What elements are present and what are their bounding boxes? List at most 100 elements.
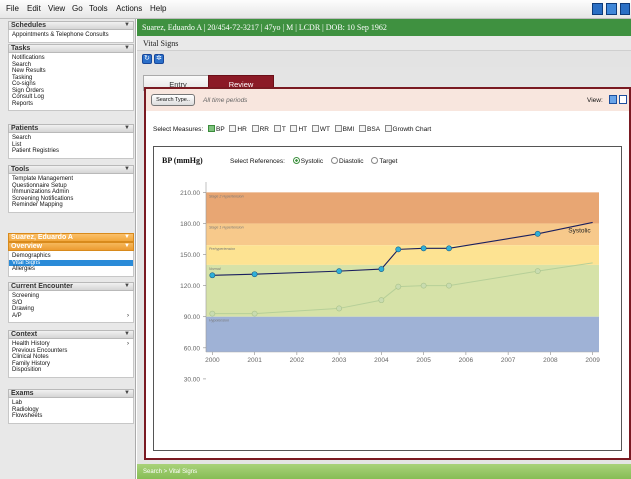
y-tick-label: 90.00: [184, 314, 201, 321]
measure-label: WT: [319, 126, 330, 133]
band-label: Stage 2 Hypertension: [209, 194, 244, 198]
measure-label: BMI: [342, 126, 355, 133]
band-4: [206, 316, 599, 352]
section-context: Context ▼ Health History › Previous Encoun…: [8, 330, 134, 378]
sidebar-item[interactable]: Disposition: [9, 367, 133, 374]
refresh-icon[interactable]: ↻: [142, 54, 152, 64]
data-point: [420, 245, 427, 252]
collapse-icon[interactable]: ▼: [124, 331, 130, 338]
sidebar-item[interactable]: Allergies: [9, 266, 133, 273]
checkbox-ht[interactable]: [290, 125, 298, 132]
menu-file[interactable]: File: [6, 4, 19, 13]
reference-label: Target: [379, 158, 398, 165]
x-tick-label: 2007: [501, 357, 516, 364]
section-header[interactable]: Context ▼: [8, 330, 134, 339]
sidebar-item[interactable]: Reports: [9, 101, 133, 108]
section-title: Overview: [11, 243, 43, 250]
patient-name: Suarez, Eduardo A: [11, 234, 73, 241]
section-header[interactable]: Overview ▼: [8, 242, 134, 251]
data-point: [420, 282, 427, 289]
section-header[interactable]: Current Encounter ▼: [8, 282, 134, 291]
sidebar-item[interactable]: A/P ›: [9, 313, 133, 320]
sidebar-item[interactable]: Flowsheets: [9, 413, 133, 420]
section-patients: Patients ▼ Search List Patient Registries: [8, 124, 134, 159]
sidebar-item[interactable]: Appointments & Telephone Consults: [9, 32, 133, 39]
data-point: [395, 283, 402, 290]
menu-tools[interactable]: Tools: [89, 4, 108, 13]
y-tick-label: 30.00: [184, 376, 201, 383]
data-point: [378, 297, 385, 304]
section-header[interactable]: Patients ▼: [8, 124, 134, 133]
grid-icon[interactable]: [606, 3, 617, 15]
checkbox-bmi[interactable]: [334, 125, 342, 132]
collapse-icon[interactable]: ▼: [124, 283, 130, 290]
y-tick-label: 150.00: [180, 252, 200, 259]
collapse-icon[interactable]: ▼: [124, 166, 130, 173]
data-point: [336, 268, 343, 275]
section-title: Context: [11, 331, 38, 338]
radio-systolic[interactable]: [292, 157, 300, 164]
chart-container: Stage 2 Hypertension Stage 1 Hypertension…: [153, 146, 622, 451]
page-title: Vital Signs: [137, 36, 631, 51]
collapse-icon[interactable]: ▼: [124, 125, 130, 132]
measure-label: HR: [237, 126, 247, 133]
section-patient-context: Suarez, Eduardo A ▼ Overview ▼ Demographic…: [8, 233, 134, 277]
graph-view-icon[interactable]: [619, 95, 627, 104]
chevron-right-icon: ›: [127, 312, 129, 319]
reference-label: Diastolic: [338, 158, 364, 165]
data-point: [209, 310, 216, 317]
menu-bar: File Edit View Go Tools Actions Help: [0, 0, 631, 19]
table-view-icon[interactable]: [609, 95, 617, 104]
print-icon[interactable]: [592, 3, 603, 15]
sidebar-item-label: A/P: [12, 312, 22, 319]
section-title: Current Encounter: [11, 283, 73, 290]
checkbox-growth-chart[interactable]: [384, 125, 392, 132]
patient-name-header[interactable]: Suarez, Eduardo A ▼: [8, 233, 134, 242]
measure-selector: Select Measures: BP HR RR T HT WT BMI BS…: [153, 125, 431, 133]
menu-actions[interactable]: Actions: [116, 4, 142, 13]
y-tick-label: 210.00: [180, 190, 200, 197]
radio-target[interactable]: [371, 157, 379, 164]
collapse-icon[interactable]: ▼: [124, 243, 130, 250]
collapse-icon[interactable]: ▼: [124, 22, 130, 29]
x-tick-label: 2005: [416, 357, 431, 364]
search-type-button[interactable]: Search Type..: [151, 94, 195, 106]
bp-chart: Stage 2 Hypertension Stage 1 Hypertension…: [180, 182, 600, 383]
checkbox-hr[interactable]: [229, 125, 237, 132]
checkbox-bp[interactable]: [208, 125, 216, 132]
section-current-encounter: Current Encounter ▼ Screening S/O Drawing…: [8, 282, 134, 323]
data-point: [251, 310, 258, 317]
section-header[interactable]: Tools ▼: [8, 165, 134, 174]
section-header[interactable]: Exams ▼: [8, 389, 134, 398]
sidebar-item[interactable]: Reminder Mapping: [9, 202, 133, 209]
radio-diastolic[interactable]: [330, 157, 338, 164]
search-row: Search Type.. All time periods View:: [146, 89, 629, 111]
menu-view[interactable]: View: [48, 4, 65, 13]
section-header[interactable]: Schedules ▼: [8, 21, 134, 30]
menu-edit[interactable]: Edit: [27, 4, 41, 13]
measure-label: BP: [216, 126, 225, 133]
band-0: [206, 192, 599, 224]
menu-help[interactable]: Help: [150, 4, 166, 13]
collapse-icon[interactable]: ▼: [124, 234, 130, 241]
checkbox-rr[interactable]: [251, 125, 259, 132]
band-label: Prehypertension: [209, 247, 235, 251]
review-panel: Search Type.. All time periods View: Sel…: [144, 87, 631, 460]
sidebar-item[interactable]: Patient Registries: [9, 148, 133, 155]
section-header[interactable]: Tasks ▼: [8, 44, 134, 53]
checkbox-bsa[interactable]: [359, 125, 367, 132]
menu-go[interactable]: Go: [72, 4, 83, 13]
home-icon[interactable]: [620, 3, 630, 15]
collapse-icon[interactable]: ▼: [124, 390, 130, 397]
sidebar-item-label: Health History: [12, 341, 50, 347]
checkbox-wt[interactable]: [311, 125, 319, 132]
section-exams: Exams ▼ Lab Radiology Flowsheets: [8, 389, 134, 424]
collapse-icon[interactable]: ▼: [124, 45, 130, 52]
measure-label: Growth Chart: [392, 126, 432, 133]
checkbox-t[interactable]: [273, 125, 281, 132]
x-tick-label: 2006: [459, 357, 474, 364]
settings-icon[interactable]: ✲: [154, 54, 164, 64]
y-tick-label: 60.00: [184, 345, 201, 352]
measure-label: RR: [259, 126, 269, 133]
band-label: Hypotension: [209, 319, 229, 323]
